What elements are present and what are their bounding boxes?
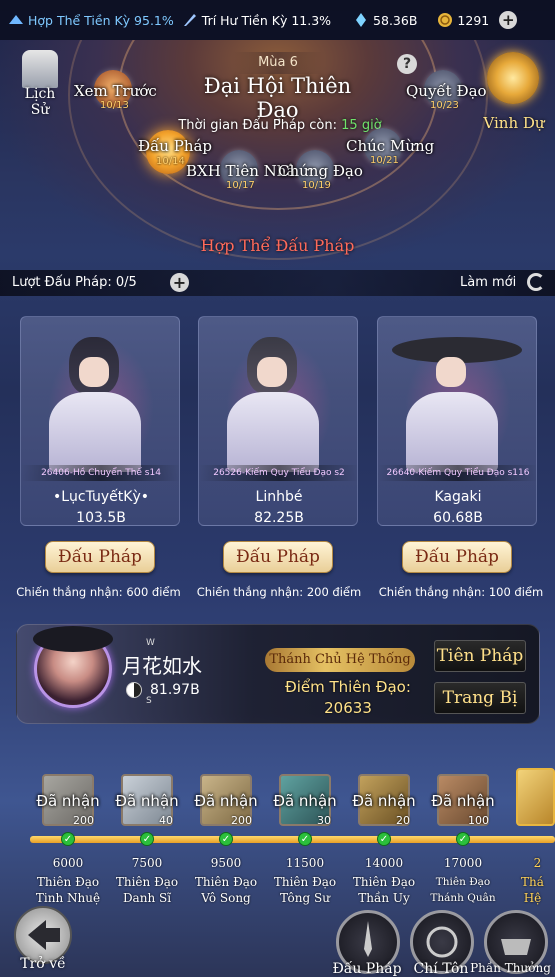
milestone-title: Thiên Đạo Vô Song xyxy=(194,875,258,905)
opponent-name: •LụcTuyếtKỳ• xyxy=(52,489,150,505)
turns-bar: Lượt Đấu Pháp: 0/5 + Làm mới xyxy=(0,270,555,296)
opponent-power: 82.25B xyxy=(254,510,304,526)
turns-label: Lượt Đấu Pháp: 0/5 xyxy=(12,275,137,290)
opponent-server: 26526-Kiếm Quy Tiểu Đạo s2 xyxy=(199,465,357,481)
season-label: Mùa 6 xyxy=(232,52,324,74)
claimed-label: Đã nhận xyxy=(273,792,337,810)
stage-date-ranking: 10/17 xyxy=(226,180,255,191)
milestone-title: Thá Hệ xyxy=(521,875,544,905)
stage-label-proof: Chứng Đạo xyxy=(278,162,363,180)
milestone-track xyxy=(30,836,555,843)
nav-reward-label: Phần Thưởng xyxy=(470,961,551,975)
coin-icon xyxy=(438,13,453,27)
add-turns-button[interactable]: + xyxy=(170,273,189,292)
player-power: 81.97B xyxy=(150,682,200,698)
milestone-title: Thiên Đạo Thánh Quân xyxy=(430,876,496,904)
claimed-label: Đã nhận xyxy=(352,792,416,810)
fight-button[interactable]: Đấu Pháp xyxy=(402,541,512,573)
milestone-title: Thiên Đạo Danh Sĩ xyxy=(115,875,179,905)
coin-counter: 1291 + xyxy=(437,11,518,29)
help-button[interactable]: ? xyxy=(397,54,417,74)
event-title: Đại Hội Thiên Đạo xyxy=(203,74,352,122)
win-reward: Chiến thắng nhận: 600 điểm xyxy=(16,585,181,599)
win-reward: Chiến thắng nhận: 200 điểm xyxy=(196,585,362,599)
spirit-stone-icon xyxy=(356,13,367,27)
milestone-points: 11500 xyxy=(285,856,325,870)
milestone-points: 6000 xyxy=(52,856,84,870)
claimed-label: Đã nhận xyxy=(431,792,495,810)
back-label: Trở về xyxy=(20,956,66,972)
opponent-power: 60.68B xyxy=(433,510,483,526)
stage-label-preview: Xem Trước xyxy=(74,82,157,100)
opponent-power: 103.5B xyxy=(76,510,126,526)
glory-icon[interactable] xyxy=(487,52,539,104)
glory-label: Vinh Dự xyxy=(483,114,545,132)
claimed-label: Đã nhận xyxy=(194,792,258,810)
check-icon: ✓ xyxy=(456,832,470,846)
milestone-title: Thiên Đạo Thần Uy xyxy=(352,875,416,905)
milestone-title: Thiên Đạo Tông Sư xyxy=(273,875,337,905)
claimed-label: Đã nhận xyxy=(115,792,179,810)
reward-count: 30 xyxy=(317,814,331,827)
cultivation-icon xyxy=(9,15,23,24)
merge-progress: Hợp Thể Tiền Kỳ 95.1% xyxy=(8,12,174,28)
milestone-points: 14000 xyxy=(364,856,404,870)
stage-date-fight: 10/14 xyxy=(156,156,185,167)
win-reward: Chiến thắng nhận: 100 điểm xyxy=(378,585,544,599)
opponent-name: Linhbé xyxy=(255,489,303,505)
fight-button[interactable]: Đấu Pháp xyxy=(223,541,333,573)
opponent-card[interactable]: 26406-Hồ Chuyển Thế s14 •LụcTuyếtKỳ• 103… xyxy=(20,316,180,526)
rank-banner: Thánh Chủ Hệ Thống xyxy=(265,648,415,672)
tri-progress: Trí Hư Tiền Kỳ 11.3% xyxy=(182,12,331,28)
skill-button[interactable]: Tiên Pháp xyxy=(434,640,526,672)
check-icon: ✓ xyxy=(61,832,75,846)
opponent-card[interactable]: 26640-Kiếm Quy Tiểu Đạo s116 Kagaki 60.6… xyxy=(377,316,537,526)
check-icon: ✓ xyxy=(219,832,233,846)
fight-button[interactable]: Đấu Pháp xyxy=(45,541,155,573)
milestone-points: 2 xyxy=(533,856,542,870)
equipment-button[interactable]: Trang Bị xyxy=(434,682,526,714)
avatar-hat xyxy=(33,626,113,652)
reward-count: 40 xyxy=(159,814,173,827)
milestone-points: 7500 xyxy=(131,856,163,870)
stage-label-fight: Đấu Pháp xyxy=(138,137,213,155)
check-icon: ✓ xyxy=(377,832,391,846)
reward-count: 200 xyxy=(231,814,252,827)
stage-date-proof: 10/19 xyxy=(302,180,331,191)
refresh-label[interactable]: Làm mới xyxy=(460,275,516,290)
reward-count: 200 xyxy=(73,814,94,827)
check-icon: ✓ xyxy=(140,832,154,846)
back-arrow-icon xyxy=(28,920,60,950)
opponent-card[interactable]: 26526-Kiếm Quy Tiểu Đạo s2 Linhbé 82.25B xyxy=(198,316,358,526)
points-value: 20633 xyxy=(324,699,372,717)
compass-w: W xyxy=(146,638,155,648)
sword-icon xyxy=(183,14,196,26)
reward-count: 20 xyxy=(396,814,410,827)
opponent-name: Kagaki xyxy=(434,489,482,505)
refresh-icon[interactable] xyxy=(527,273,545,291)
opponent-server: 26406-Hồ Chuyển Thế s14 xyxy=(21,465,179,481)
claimed-label: Đã nhận xyxy=(36,792,100,810)
reward-item-icon[interactable] xyxy=(516,768,555,826)
reward-count: 100 xyxy=(468,814,489,827)
stage-date-congrats: 10/21 xyxy=(370,155,399,166)
stage-date-final: 10/23 xyxy=(430,100,459,111)
status-bar: Hợp Thể Tiền Kỳ 95.1% Trí Hư Tiền Kỳ 11.… xyxy=(0,0,555,40)
mode-title: Hợp Thể Đấu Pháp xyxy=(200,236,355,255)
stage-label-congrats: Chúc Mừng xyxy=(346,137,435,155)
add-coin-button[interactable]: + xyxy=(499,11,518,29)
stage-date-preview: 10/13 xyxy=(100,100,129,111)
milestone-title: Thiên Đạo Tinh Nhuệ xyxy=(35,875,101,905)
spirit-stone-counter: 58.36B xyxy=(353,12,417,28)
points-label: Điểm Thiên Đạo: xyxy=(285,678,411,696)
countdown: Thời gian Đấu Pháp còn: 15 giờ xyxy=(178,118,382,133)
stage-label-final: Quyết Đạo xyxy=(406,82,487,100)
player-name: 月花如水 xyxy=(122,654,202,678)
opponent-server: 26640-Kiếm Quy Tiểu Đạo s116 xyxy=(378,465,536,481)
check-icon: ✓ xyxy=(298,832,312,846)
yin-yang-icon xyxy=(126,682,142,698)
milestone-points: 9500 xyxy=(210,856,242,870)
milestone-points: 17000 xyxy=(443,856,483,870)
history-label: Lịch Sử xyxy=(24,86,56,118)
